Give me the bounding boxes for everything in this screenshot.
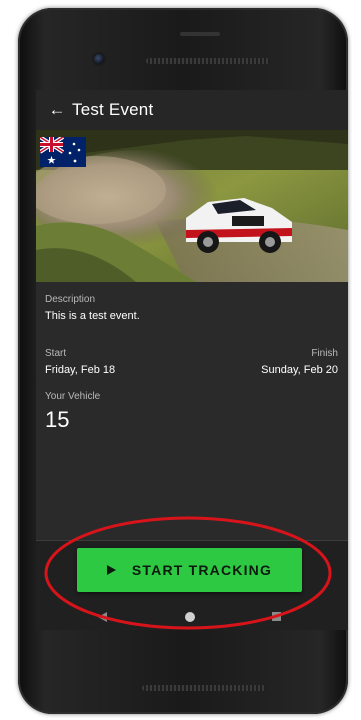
description-label: Description	[45, 294, 96, 305]
finish-section: Finish Sunday, Feb 20	[261, 348, 338, 376]
system-nav-bar	[36, 604, 348, 630]
nav-back-icon[interactable]	[98, 612, 107, 622]
vehicle-section: Your Vehicle 15	[45, 391, 338, 433]
finish-date: Sunday, Feb 20	[261, 364, 338, 376]
vehicle-number: 15	[45, 407, 70, 432]
start-tracking-button[interactable]: START TRACKING	[77, 548, 302, 592]
start-date: Friday, Feb 18	[45, 364, 116, 376]
australia-flag-icon	[40, 137, 86, 167]
earpiece-speaker	[146, 58, 270, 64]
event-details: Description This is a test event. Start …	[36, 282, 348, 433]
vehicle-label: Your Vehicle	[45, 391, 101, 402]
nav-recents-icon[interactable]	[272, 612, 281, 621]
nav-home-icon[interactable]	[185, 612, 195, 622]
page-title: Test Event	[72, 100, 154, 119]
description-text: This is a test event.	[45, 310, 140, 322]
finish-label: Finish	[311, 348, 338, 359]
date-range: Start Friday, Feb 18 Finish Sunday, Feb …	[45, 348, 338, 376]
top-slot	[180, 32, 220, 36]
start-label: Start	[45, 348, 67, 359]
bottom-speaker	[142, 685, 266, 691]
description-section: Description This is a test event.	[45, 294, 338, 322]
event-hero-image	[36, 130, 348, 282]
start-section: Start Friday, Feb 18	[45, 348, 115, 376]
play-icon	[106, 565, 116, 575]
arrow-left-icon[interactable]: ←	[42, 90, 72, 130]
app-bar: ← Test Event	[36, 90, 348, 130]
app-screen: ← Test Event Description This is a test …	[36, 90, 348, 630]
start-tracking-label: START TRACKING	[131, 562, 273, 578]
front-camera	[94, 54, 104, 64]
